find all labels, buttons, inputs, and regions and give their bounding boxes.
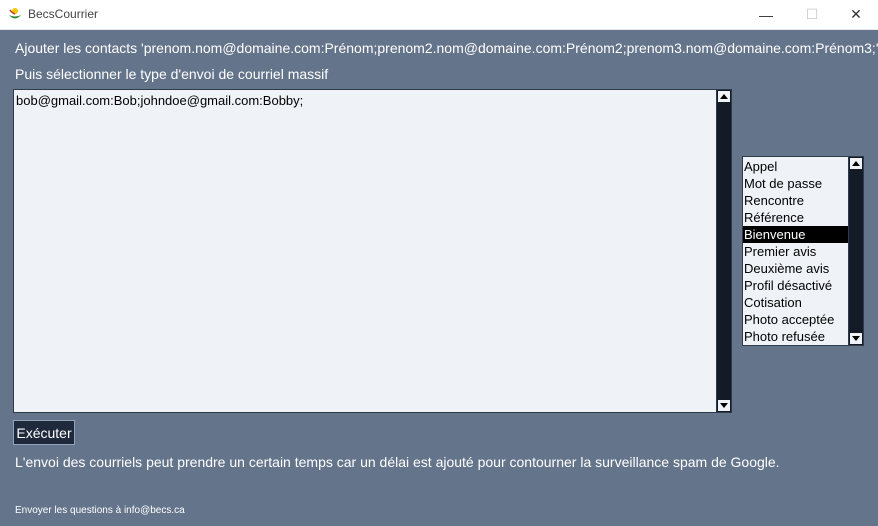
list-scroll-up-button[interactable] bbox=[850, 158, 862, 169]
scroll-up-button[interactable] bbox=[718, 91, 730, 102]
list-item[interactable]: Bienvenue bbox=[743, 226, 848, 243]
delay-notice: L'envoi des courriels peut prendre un ce… bbox=[15, 454, 780, 470]
arrow-down-icon bbox=[852, 336, 860, 341]
contact-footer: Envoyer les questions à info@becs.ca bbox=[15, 505, 185, 516]
list-item[interactable]: Deuxième avis bbox=[743, 260, 848, 277]
list-item[interactable]: Mot de passe bbox=[743, 175, 848, 192]
contacts-scrollbar[interactable] bbox=[716, 90, 731, 412]
list-item[interactable]: Photo acceptée bbox=[743, 311, 848, 328]
list-item[interactable]: Cotisation bbox=[743, 294, 848, 311]
email-type-list: Appel Mot de passe Rencontre Référence Bienv… bbox=[743, 158, 848, 345]
arrow-up-icon bbox=[852, 161, 860, 166]
list-item[interactable]: Profil désactivé bbox=[743, 277, 848, 294]
maximize-icon: ☐ bbox=[805, 6, 819, 22]
contacts-textarea-value[interactable]: bob@gmail.com:Bob;johndoe@gmail.com:Bobb… bbox=[16, 93, 715, 410]
arrow-up-icon bbox=[720, 94, 728, 99]
instructions-contacts: Ajouter les contacts 'prenom.nom@domaine… bbox=[15, 40, 878, 56]
email-type-listbox[interactable]: Appel Mot de passe Rencontre Référence Bienv… bbox=[742, 156, 864, 346]
list-scroll-down-button[interactable] bbox=[850, 333, 862, 344]
scroll-down-button[interactable] bbox=[718, 400, 730, 411]
list-item[interactable]: Photo refusée bbox=[743, 328, 848, 345]
minimize-icon: — bbox=[759, 6, 773, 23]
list-item[interactable]: Appel bbox=[743, 158, 848, 175]
list-item[interactable]: Premier avis bbox=[743, 243, 848, 260]
app-logo-icon bbox=[9, 8, 21, 19]
title-bar: BecsCourrier — ☐ ✕ bbox=[0, 0, 878, 30]
minimize-button[interactable]: — bbox=[743, 0, 789, 29]
listbox-scrollbar[interactable] bbox=[848, 157, 863, 345]
maximize-button[interactable]: ☐ bbox=[789, 0, 835, 29]
contacts-textarea[interactable]: bob@gmail.com:Bob;johndoe@gmail.com:Bobb… bbox=[13, 89, 732, 413]
execute-button[interactable]: Exécuter bbox=[13, 420, 75, 445]
arrow-down-icon bbox=[720, 403, 728, 408]
close-icon: ✕ bbox=[850, 6, 862, 22]
window-title: BecsCourrier bbox=[28, 7, 99, 21]
instructions-type: Puis sélectionner le type d'envoi de cou… bbox=[15, 66, 329, 82]
close-button[interactable]: ✕ bbox=[833, 0, 878, 29]
list-item[interactable]: Référence bbox=[743, 209, 848, 226]
list-item[interactable]: Rencontre bbox=[743, 192, 848, 209]
